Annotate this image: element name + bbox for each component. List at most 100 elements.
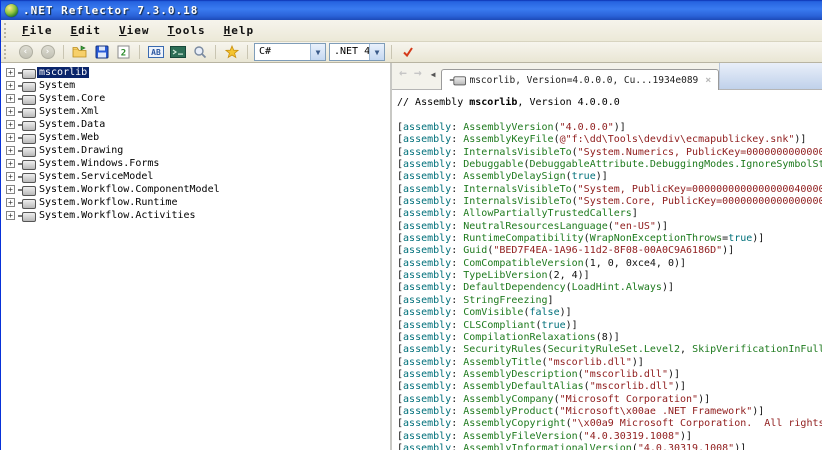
search-button[interactable] bbox=[190, 43, 209, 61]
sidebar-item-system-drawing[interactable]: +System.Drawing bbox=[1, 144, 390, 157]
bookmarks-button[interactable] bbox=[222, 43, 241, 61]
framework-select-value: .NET 4.0 bbox=[330, 44, 369, 60]
back-button[interactable]: ‹ bbox=[16, 43, 35, 61]
disassembler-button[interactable]: AB bbox=[146, 43, 165, 61]
open-assembly-button[interactable] bbox=[70, 43, 89, 61]
chevron-down-icon[interactable]: ▼ bbox=[369, 44, 384, 60]
expander-plus-icon[interactable]: + bbox=[6, 211, 15, 220]
expander-plus-icon[interactable]: + bbox=[6, 159, 15, 168]
expander-plus-icon[interactable]: + bbox=[6, 198, 15, 207]
expander-plus-icon[interactable]: + bbox=[6, 185, 15, 194]
sidebar-item-system-windows-forms[interactable]: +System.Windows.Forms bbox=[1, 157, 390, 170]
code-identifier-link[interactable]: CompilationRelaxations bbox=[463, 332, 595, 343]
code-line: [assembly: InternalsVisibleTo("System, P… bbox=[397, 184, 822, 196]
code-identifier-link[interactable]: NeutralResourcesLanguage bbox=[463, 221, 608, 232]
code-identifier-link[interactable]: TypeLibVersion bbox=[463, 270, 547, 281]
code-identifier-link[interactable]: DefaultDependency bbox=[463, 282, 565, 293]
code-token: assembly bbox=[403, 134, 451, 145]
code-identifier-link[interactable]: StringFreezing bbox=[463, 295, 547, 306]
code-identifier-link[interactable]: ComVisible bbox=[463, 307, 523, 318]
code-identifier-link[interactable]: AssemblyInformationalVersion bbox=[463, 443, 632, 450]
sidebar-item-system-workflow-runtime[interactable]: +System.Workflow.Runtime bbox=[1, 196, 390, 209]
code-token: )] bbox=[734, 443, 746, 450]
save-button[interactable] bbox=[92, 43, 111, 61]
code-token: "Microsoft Corporation" bbox=[560, 394, 698, 405]
code-token: )] bbox=[674, 381, 686, 392]
sidebar-item-system-web[interactable]: +System.Web bbox=[1, 131, 390, 144]
sidebar-item-system-servicemodel[interactable]: +System.ServiceModel bbox=[1, 170, 390, 183]
expander-plus-icon[interactable]: + bbox=[6, 81, 15, 90]
history-back-icon[interactable]: ← bbox=[399, 69, 407, 79]
sidebar-item-label: System.Core bbox=[37, 93, 107, 104]
sidebar-item-system-data[interactable]: +System.Data bbox=[1, 118, 390, 131]
code-identifier-link[interactable]: AssemblyTitle bbox=[463, 357, 541, 368]
code-identifier-link[interactable]: Debuggable bbox=[463, 159, 523, 170]
code-identifier-link[interactable]: SkipVerificationInFullTrust bbox=[692, 344, 822, 355]
code-identifier-link[interactable]: WrapNonExceptionThrows bbox=[590, 233, 722, 244]
back-icon: ‹ bbox=[19, 45, 33, 59]
code-line: [assembly: AssemblyDefaultAlias("mscorli… bbox=[397, 381, 822, 393]
code-identifier-link[interactable]: DebuggableAttribute.DebuggingModes.Ignor… bbox=[530, 159, 822, 170]
code-token: : bbox=[451, 418, 463, 429]
assembly-tree: +mscorlib+System+System.Core+System.Xml+… bbox=[1, 63, 390, 450]
menu-item-help[interactable]: Help bbox=[215, 22, 264, 39]
refresh-button[interactable]: 2 bbox=[114, 43, 133, 61]
history-forward-icon[interactable]: → bbox=[414, 69, 422, 79]
code-token: : bbox=[451, 147, 463, 158]
framework-select[interactable]: .NET 4.0 ▼ bbox=[329, 43, 385, 61]
menu-grip-handle[interactable] bbox=[4, 23, 9, 38]
code-token: : bbox=[451, 196, 463, 207]
code-identifier-link[interactable]: AssemblyDelaySign bbox=[463, 171, 565, 182]
expander-plus-icon[interactable]: + bbox=[6, 133, 15, 142]
code-identifier-link[interactable]: AssemblyCopyright bbox=[463, 418, 565, 429]
code-identifier-link[interactable]: SecurityRuleSet.Level2 bbox=[548, 344, 680, 355]
code-identifier-link[interactable]: RuntimeCompatibility bbox=[463, 233, 583, 244]
code-identifier-link[interactable]: AssemblyDefaultAlias bbox=[463, 381, 583, 392]
menu-item-view[interactable]: View bbox=[110, 22, 159, 39]
expander-plus-icon[interactable]: + bbox=[6, 172, 15, 181]
code-token: : bbox=[451, 406, 463, 417]
sidebar-item-system-workflow-componentmodel[interactable]: +System.Workflow.ComponentModel bbox=[1, 183, 390, 196]
expander-plus-icon[interactable]: + bbox=[6, 68, 15, 77]
code-identifier-link[interactable]: AllowPartiallyTrustedCallers bbox=[463, 208, 632, 219]
language-select[interactable]: C# ▼ bbox=[254, 43, 326, 61]
code-identifier-link[interactable]: AssemblyVersion bbox=[463, 122, 553, 133]
expander-plus-icon[interactable]: + bbox=[6, 120, 15, 129]
sidebar-item-system[interactable]: +System bbox=[1, 79, 390, 92]
code-identifier-link[interactable]: Guid bbox=[463, 245, 487, 256]
sidebar-item-system-core[interactable]: + System.Core bbox=[1, 92, 390, 105]
save-floppy-icon bbox=[95, 45, 109, 59]
code-identifier-link[interactable]: LoadHint.Always bbox=[572, 282, 662, 293]
code-identifier-link[interactable]: InternalsVisibleTo bbox=[463, 196, 571, 207]
code-identifier-link[interactable]: AssemblyFileVersion bbox=[463, 431, 577, 442]
code-token: assembly bbox=[403, 431, 451, 442]
sidebar-item-mscorlib[interactable]: +mscorlib bbox=[1, 66, 390, 79]
code-identifier-link[interactable]: AssemblyCompany bbox=[463, 394, 553, 405]
code-line: [assembly: AllowPartiallyTrustedCallers] bbox=[397, 208, 822, 220]
toolbar-grip-handle[interactable] bbox=[4, 45, 9, 59]
analyzer-check-button[interactable] bbox=[398, 43, 417, 61]
code-identifier-link[interactable]: InternalsVisibleTo bbox=[463, 184, 571, 195]
sidebar-item-system-workflow-activities[interactable]: +System.Workflow.Activities bbox=[1, 209, 390, 222]
tab-mscorlib[interactable]: mscorlib, Version=4.0.0.0, Cu...1934e089… bbox=[441, 69, 719, 90]
code-identifier-link[interactable]: AssemblyDescription bbox=[463, 369, 577, 380]
code-identifier-link[interactable]: CLSCompliant bbox=[463, 320, 535, 331]
tab-scroll-left-icon[interactable]: ◀ bbox=[431, 70, 436, 79]
code-identifier-link[interactable]: SecurityRules bbox=[463, 344, 541, 355]
code-identifier-link[interactable]: ComCompatibleVersion bbox=[463, 258, 583, 269]
close-icon[interactable]: × bbox=[705, 75, 711, 86]
expander-plus-icon[interactable]: + bbox=[6, 94, 15, 103]
expander-plus-icon[interactable]: + bbox=[6, 107, 15, 116]
code-token: )] bbox=[752, 233, 764, 244]
menu-item-tools[interactable]: Tools bbox=[159, 22, 215, 39]
expander-plus-icon[interactable]: + bbox=[6, 146, 15, 155]
chevron-down-icon[interactable]: ▼ bbox=[310, 44, 325, 60]
code-identifier-link[interactable]: AssemblyKeyFile bbox=[463, 134, 553, 145]
il-view-button[interactable] bbox=[168, 43, 187, 61]
menu-item-edit[interactable]: Edit bbox=[62, 22, 111, 39]
forward-button[interactable]: › bbox=[38, 43, 57, 61]
code-identifier-link[interactable]: AssemblyProduct bbox=[463, 406, 553, 417]
menu-item-file[interactable]: File bbox=[13, 22, 62, 39]
code-identifier-link[interactable]: InternalsVisibleTo bbox=[463, 147, 571, 158]
sidebar-item-system-xml[interactable]: +System.Xml bbox=[1, 105, 390, 118]
